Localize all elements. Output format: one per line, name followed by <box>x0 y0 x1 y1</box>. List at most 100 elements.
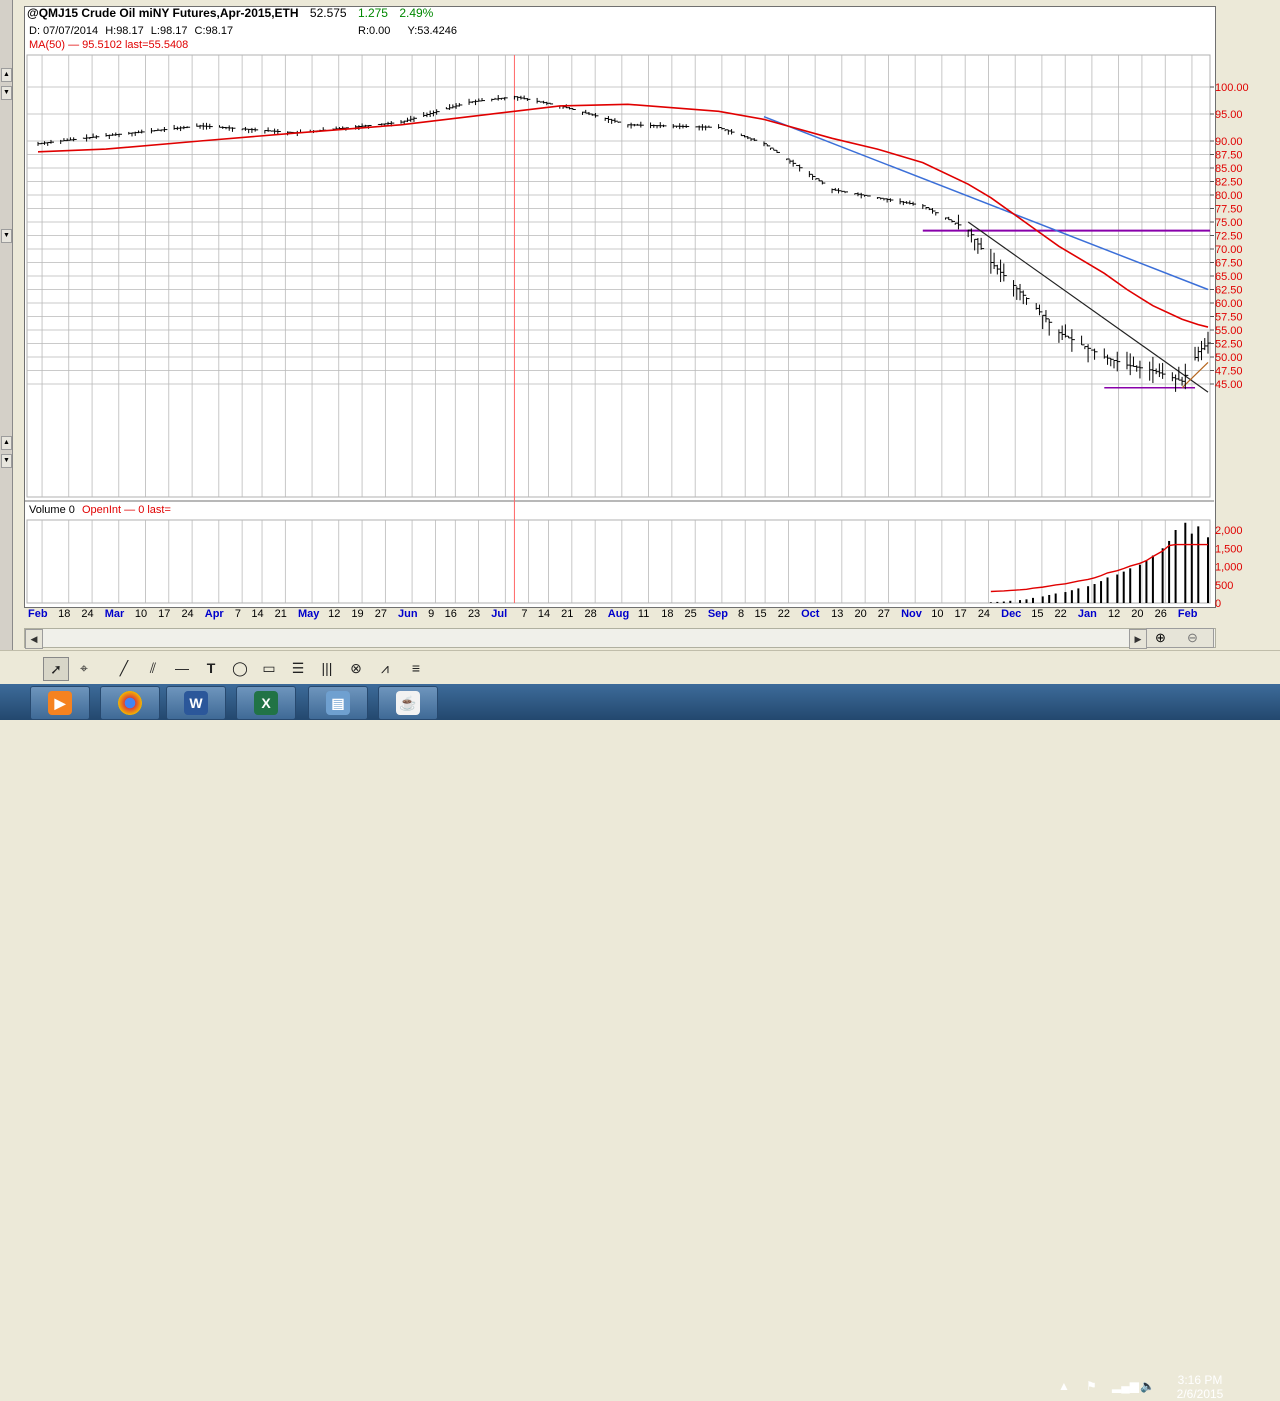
date-tick-label-14: 27 <box>375 608 387 620</box>
ry-readout: R:0.00 Y:53.4246 <box>358 25 457 38</box>
date-tick-label-38: 17 <box>955 608 967 620</box>
bars-icon[interactable]: ||| <box>315 657 339 679</box>
price-tick-label-2: 90.00 <box>1215 136 1243 148</box>
ohlc-date: D: 07/07/2014 <box>29 25 98 37</box>
date-tick-label-6: 24 <box>181 608 193 620</box>
date-tick-label-36: Nov <box>901 608 923 620</box>
line-icon[interactable]: ╱ <box>112 657 136 679</box>
date-tick-label-13: 19 <box>351 608 363 620</box>
y-value: Y:53.4246 <box>407 25 457 37</box>
volume-tick-label-0: 2,000 <box>1215 525 1243 537</box>
ohlc-close: C:98.17 <box>195 25 234 37</box>
date-tick-label-33: 13 <box>831 608 843 620</box>
crosshair-icon[interactable]: ⌖ <box>72 657 96 679</box>
price-tick-label-12: 65.00 <box>1215 271 1243 283</box>
price-bar-233 <box>1091 350 1094 351</box>
flag-icon[interactable]: ⚑ <box>1086 1379 1097 1393</box>
date-tick-label-32: Oct <box>801 608 820 620</box>
date-tick-label-30: 15 <box>754 608 766 620</box>
date-tick-label-45: 20 <box>1131 608 1143 620</box>
zoom-out-icon[interactable]: ⊖ <box>1187 630 1198 646</box>
date-tick-label-11: May <box>298 608 320 620</box>
date-tick-label-37: 10 <box>931 608 943 620</box>
date-tick-label-44: 12 <box>1108 608 1120 620</box>
date-tick-label-35: 27 <box>878 608 890 620</box>
price-tick-label-17: 52.50 <box>1215 339 1243 351</box>
price-tick-label-14: 60.00 <box>1215 298 1243 310</box>
scroll-left-arrow-icon[interactable]: ◀ <box>25 629 43 649</box>
date-tick-label-12: 12 <box>328 608 340 620</box>
date-tick-label-15: Jun <box>398 608 418 620</box>
tray-chevron-icon[interactable]: ▲ <box>1058 1379 1070 1393</box>
date-tick-label-1: 18 <box>58 608 70 620</box>
fib-icon[interactable]: ☰ <box>286 657 310 679</box>
gann-icon[interactable]: ⩘ <box>373 657 397 679</box>
trading-app-window: ▲ ▼ ▼ ▲ ▼ Feb1824Mar101724Apr71421May121… <box>0 0 1280 720</box>
date-tick-label-8: 7 <box>235 608 241 620</box>
andrews-icon[interactable]: ⊗ <box>344 657 368 679</box>
volume-tick-label-3: 500 <box>1215 580 1233 592</box>
date-tick-label-18: 23 <box>468 608 480 620</box>
date-tick-label-0: Feb <box>28 608 48 620</box>
date-tick-label-4: 10 <box>135 608 147 620</box>
price-bar-52 <box>271 131 274 132</box>
date-tick-label-42: 22 <box>1055 608 1067 620</box>
openint-label: OpenInt — 0 last= <box>82 504 171 516</box>
system-clock[interactable]: 3:16 PM 2/6/2015 <box>1168 1373 1232 1401</box>
date-tick-label-26: 18 <box>661 608 673 620</box>
price-tick-label-7: 77.50 <box>1215 204 1243 216</box>
excel-icon[interactable]: X <box>236 686 296 720</box>
r-value: R:0.00 <box>358 25 390 37</box>
price-tick-label-1: 95.00 <box>1215 109 1243 121</box>
date-tick-label-24: Aug <box>608 608 629 620</box>
chart-canvas[interactable]: Feb1824Mar101724Apr71421May121927Jun9162… <box>0 0 1280 650</box>
price-tick-label-6: 80.00 <box>1215 190 1243 202</box>
pointer-icon[interactable]: ➚ <box>43 657 69 681</box>
date-tick-label-47: Feb <box>1178 608 1198 620</box>
drawing-toolbar: ➚ ⌖ ╱ ⫽ — T ◯ ▭ ☰ ||| ⊗ ⩘ ≡ <box>0 650 1280 685</box>
rectangle-icon[interactable]: ▭ <box>257 657 281 679</box>
horizontal-line-icon[interactable]: — <box>170 657 194 679</box>
change-value: 1.275 <box>358 6 388 20</box>
network-icon[interactable]: ▂▄▆ <box>1112 1379 1139 1393</box>
ma-legend: MA(50) — 95.5102 last=55.5408 <box>29 39 188 52</box>
java-icon[interactable]: ☕ <box>378 686 438 720</box>
clock-date: 2/6/2015 <box>1168 1387 1232 1401</box>
zoom-in-icon[interactable]: ⊕ <box>1155 630 1166 646</box>
date-tick-label-17: 16 <box>445 608 457 620</box>
ohlc-readout: D: 07/07/2014 H:98.17 L:98.17 C:98.17 <box>29 25 233 38</box>
date-tick-label-20: 7 <box>521 608 527 620</box>
date-tick-label-28: Sep <box>708 608 728 620</box>
ellipse-icon[interactable]: ◯ <box>228 657 252 679</box>
date-tick-label-39: 24 <box>978 608 990 620</box>
price-tick-label-3: 87.50 <box>1215 150 1243 162</box>
price-tick-label-5: 82.50 <box>1215 177 1243 189</box>
notebook-icon[interactable]: ▤ <box>308 686 368 720</box>
date-tick-label-22: 21 <box>561 608 573 620</box>
price-bar-184 <box>868 196 871 197</box>
horizontal-scrollbar[interactable]: ◀ ▶ <box>24 628 1216 648</box>
date-tick-label-16: 9 <box>428 608 434 620</box>
chart-header: @QMJ15 Crude Oil miNY Futures,Apr-2015,E… <box>27 6 433 20</box>
date-tick-label-5: 17 <box>158 608 170 620</box>
price-tick-label-20: 45.00 <box>1215 379 1243 391</box>
scroll-right-arrow-icon[interactable]: ▶ <box>1129 629 1147 649</box>
date-tick-label-40: Dec <box>1001 608 1021 620</box>
date-tick-label-46: 26 <box>1155 608 1167 620</box>
price-bar-145 <box>696 126 699 127</box>
word-icon[interactable]: W <box>166 686 226 720</box>
date-tick-label-10: 21 <box>275 608 287 620</box>
symbol-title: @QMJ15 Crude Oil miNY Futures,Apr-2015,E… <box>27 6 299 20</box>
date-tick-label-43: Jan <box>1078 608 1097 620</box>
chrome-icon[interactable] <box>100 686 160 720</box>
text-icon[interactable]: T <box>199 657 223 679</box>
volume-tick-label-1: 1,500 <box>1215 543 1243 555</box>
menu-icon[interactable]: ≡ <box>404 657 428 679</box>
date-tick-label-29: 8 <box>738 608 744 620</box>
volume-icon[interactable]: 🔈 <box>1140 1379 1155 1393</box>
last-price: 52.575 <box>310 6 347 20</box>
media-player-icon[interactable]: ▶ <box>30 686 90 720</box>
parallel-lines-icon[interactable]: ⫽ <box>141 657 165 679</box>
price-tick-label-16: 55.00 <box>1215 325 1243 337</box>
price-tick-label-8: 75.00 <box>1215 217 1243 229</box>
